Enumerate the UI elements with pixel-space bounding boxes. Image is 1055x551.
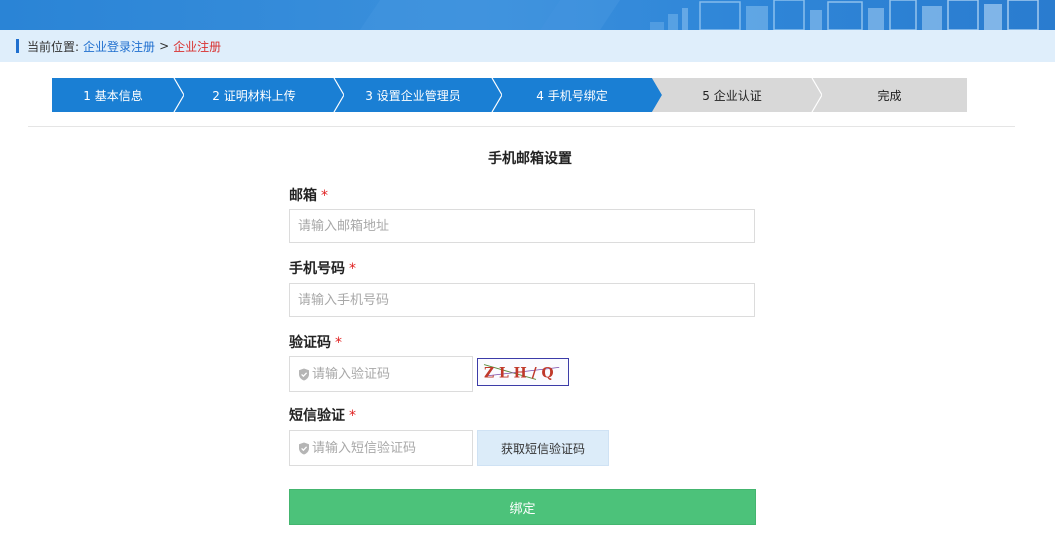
email-input[interactable] xyxy=(289,209,755,243)
page: 当前位置: 企业登录注册 > 企业注册 1 基本信息 2 证明材料上传 3 设置… xyxy=(0,0,1055,551)
step-chevron xyxy=(164,78,184,112)
step-basic-info: 1 基本信息 xyxy=(52,78,184,112)
step-label: 3 设置企业管理员 xyxy=(365,88,461,103)
phone-input[interactable] xyxy=(289,283,755,317)
sms-label: 短信验证 * xyxy=(289,405,356,425)
shield-icon xyxy=(299,442,309,454)
breadcrumb-separator: > xyxy=(159,39,170,53)
step-label: 2 证明材料上传 xyxy=(212,88,296,103)
captcha-text: Z L H / Q xyxy=(484,366,554,382)
skyline-decoration xyxy=(360,0,1039,30)
required-mark: * xyxy=(349,408,356,424)
captcha-input[interactable] xyxy=(310,359,460,389)
top-banner xyxy=(0,0,1055,30)
step-enterprise-verification: 5 企业认证 xyxy=(652,78,822,112)
get-sms-code-button[interactable]: 获取短信验证码 xyxy=(477,430,609,466)
sms-code-input[interactable] xyxy=(310,433,460,463)
step-chevron xyxy=(802,78,822,112)
required-mark: * xyxy=(335,335,342,351)
sms-input-wrapper xyxy=(289,430,473,466)
breadcrumb: 当前位置: 企业登录注册 > 企业注册 xyxy=(0,30,1055,62)
step-complete: 完成 xyxy=(812,78,967,112)
captcha-image-drawing: Z L H / Q xyxy=(483,364,560,382)
form-title: 手机邮箱设置 xyxy=(488,151,572,167)
step-label: 4 手机号绑定 xyxy=(536,88,608,103)
bind-button[interactable]: 绑定 xyxy=(289,489,756,525)
divider xyxy=(28,126,1015,127)
step-chevron xyxy=(642,78,662,112)
phone-label-text: 手机号码 xyxy=(289,261,345,277)
email-label-text: 邮箱 xyxy=(289,188,317,204)
registration-stepper: 1 基本信息 2 证明材料上传 3 设置企业管理员 4 手机号绑定 5 企业认证… xyxy=(52,78,967,112)
required-mark: * xyxy=(349,261,356,277)
breadcrumb-prefix: 当前位置: xyxy=(27,39,80,54)
step-document-upload: 2 证明材料上传 xyxy=(174,78,344,112)
phone-label: 手机号码 * xyxy=(289,258,356,278)
step-label: 完成 xyxy=(877,88,902,103)
captcha-label-text: 验证码 xyxy=(289,335,331,351)
step-set-admin: 3 设置企业管理员 xyxy=(334,78,502,112)
breadcrumb-link-login-register[interactable]: 企业登录注册 xyxy=(83,38,155,55)
step-chevron xyxy=(324,78,344,112)
shield-icon xyxy=(299,368,309,380)
step-label: 1 基本信息 xyxy=(83,88,143,103)
step-phone-binding: 4 手机号绑定 xyxy=(492,78,662,112)
breadcrumb-current: 企业注册 xyxy=(173,39,222,54)
step-chevron xyxy=(482,78,502,112)
breadcrumb-marker xyxy=(16,39,19,53)
captcha-image[interactable]: Z L H / Q xyxy=(477,358,569,386)
captcha-label: 验证码 * xyxy=(289,332,342,352)
required-mark: * xyxy=(321,188,328,204)
email-label: 邮箱 * xyxy=(289,185,328,205)
captcha-input-wrapper xyxy=(289,356,473,392)
sms-label-text: 短信验证 xyxy=(289,408,345,424)
step-label: 5 企业认证 xyxy=(702,88,762,103)
